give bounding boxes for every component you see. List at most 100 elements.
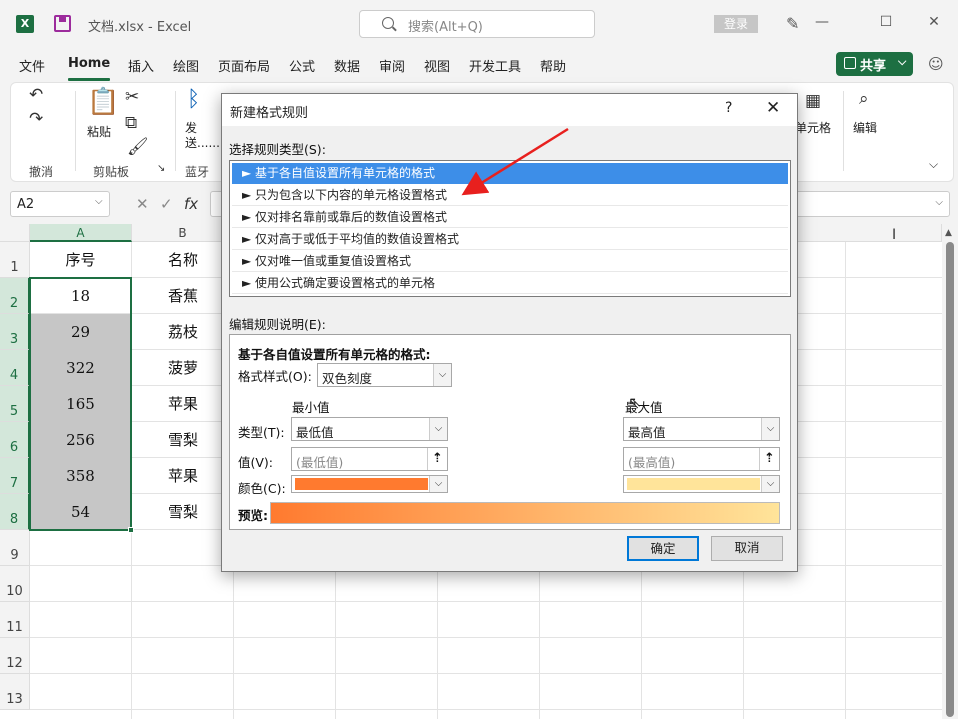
confirm-entry-icon[interactable]: ✓: [160, 195, 173, 213]
menu-page-layout[interactable]: 页面布局: [218, 56, 270, 75]
cut-icon[interactable]: ✂: [125, 87, 139, 107]
minimize-icon[interactable]: —: [812, 14, 832, 30]
row-header[interactable]: 13: [0, 674, 30, 710]
menu-insert[interactable]: 插入: [128, 56, 154, 75]
menu-data[interactable]: 数据: [334, 56, 360, 75]
menu-formulas[interactable]: 公式: [289, 56, 315, 75]
collapse-ribbon-icon[interactable]: ⌵: [929, 157, 938, 172]
rule-type-item[interactable]: ► 使用公式确定要设置格式的单元格: [232, 273, 788, 294]
menu-draw[interactable]: 绘图: [173, 56, 199, 75]
row-header[interactable]: 8: [0, 494, 30, 530]
redo-icon[interactable]: ↷: [29, 109, 43, 129]
rule-type-item[interactable]: ► 仅对唯一值或重复值设置格式: [232, 251, 788, 272]
vertical-scrollbar[interactable]: ▲: [942, 224, 958, 719]
row-header[interactable]: 6: [0, 422, 30, 458]
min-color-picker[interactable]: ⌵: [291, 475, 448, 493]
cell-b7[interactable]: 苹果: [132, 458, 233, 494]
close-window-icon[interactable]: ✕: [924, 14, 944, 30]
cell-b5[interactable]: 苹果: [132, 386, 233, 422]
row-header[interactable]: 11: [0, 602, 30, 638]
scroll-up-icon[interactable]: ▲: [945, 228, 952, 238]
paste-icon[interactable]: 📋: [87, 87, 119, 117]
row-header[interactable]: 4: [0, 350, 30, 386]
max-value-input[interactable]: (最高值) ⇡: [623, 447, 780, 471]
row-header[interactable]: 2: [0, 278, 30, 314]
rule-type-item[interactable]: ► 基于各自值设置所有单元格的格式: [232, 163, 788, 184]
cell-b1[interactable]: 名称: [132, 242, 233, 278]
paste-label[interactable]: 粘贴: [87, 123, 111, 140]
edit-label[interactable]: 编辑: [853, 119, 877, 136]
row-header[interactable]: 5: [0, 386, 30, 422]
cell-b2[interactable]: 香蕉: [132, 278, 233, 314]
find-icon[interactable]: ⌕: [859, 89, 869, 109]
cell-a1[interactable]: 序号: [30, 242, 131, 278]
row-header[interactable]: 10: [0, 566, 30, 602]
column-header-a[interactable]: A: [30, 224, 132, 242]
cells-icon[interactable]: ▦: [805, 91, 821, 111]
menu-review[interactable]: 审阅: [379, 56, 405, 75]
send-label[interactable]: 发送......: [185, 121, 220, 151]
menu-view[interactable]: 视图: [424, 56, 450, 75]
bluetooth-icon[interactable]: ᛒ: [187, 87, 200, 112]
row-header[interactable]: 7: [0, 458, 30, 494]
save-icon[interactable]: [54, 15, 71, 32]
menu-file[interactable]: 文件: [19, 56, 45, 75]
format-painter-icon[interactable]: 🖌: [127, 137, 149, 157]
cell-b6[interactable]: 雪梨: [132, 422, 233, 458]
cells-label[interactable]: 单元格: [795, 119, 831, 136]
row-header[interactable]: 9: [0, 530, 30, 566]
range-picker-icon[interactable]: ⇡: [759, 448, 779, 470]
rule-type-list[interactable]: ► 基于各自值设置所有单元格的格式 ► 只为包含以下内容的单元格设置格式 ► 仅…: [229, 160, 791, 297]
menu-developer[interactable]: 开发工具: [469, 56, 521, 75]
max-color-picker[interactable]: ⌵: [623, 475, 780, 493]
share-button[interactable]: 共享 ⌵: [836, 52, 913, 76]
rule-type-item[interactable]: ► 仅对高于或低于平均值的数值设置格式: [232, 229, 788, 250]
min-value-input[interactable]: (最低值) ⇡: [291, 447, 448, 471]
chevron-down-icon[interactable]: ⌵: [761, 418, 779, 440]
row-header[interactable]: 1: [0, 242, 30, 278]
cell-b3[interactable]: 荔枝: [132, 314, 233, 350]
cell-a3[interactable]: 29: [30, 314, 131, 350]
chevron-down-icon[interactable]: ⌵: [761, 476, 779, 492]
comment-icon[interactable]: ☺: [928, 55, 944, 73]
min-type-select[interactable]: 最低值 ⌵: [291, 417, 448, 441]
maximize-icon[interactable]: ☐: [876, 14, 896, 30]
cell-b8[interactable]: 雪梨: [132, 494, 233, 530]
rule-type-item[interactable]: ► 只为包含以下内容的单元格设置格式: [232, 185, 788, 206]
pen-icon[interactable]: ✎: [786, 14, 802, 34]
fill-handle[interactable]: [128, 527, 134, 533]
max-type-select[interactable]: 最高值 ⌵: [623, 417, 780, 441]
chevron-down-icon[interactable]: ⌵: [429, 418, 447, 440]
row-header[interactable]: 12: [0, 638, 30, 674]
name-box[interactable]: A2 ⌵: [10, 191, 110, 217]
rule-type-item[interactable]: ► 仅对排名靠前或靠后的数值设置格式: [232, 207, 788, 228]
close-icon[interactable]: ✕: [766, 98, 780, 118]
undo-icon[interactable]: ↶: [29, 85, 43, 105]
chevron-down-icon[interactable]: ⌵: [433, 364, 451, 386]
cell-a4[interactable]: 322: [30, 350, 131, 386]
help-button[interactable]: ?: [725, 100, 732, 116]
row-header[interactable]: 3: [0, 314, 30, 350]
login-button[interactable]: 登录: [714, 15, 758, 33]
menu-home[interactable]: Home: [68, 56, 111, 81]
cancel-button[interactable]: 取消: [711, 536, 783, 561]
chevron-down-icon[interactable]: ⌵: [95, 196, 103, 207]
cell-b4[interactable]: 菠萝: [132, 350, 233, 386]
search-input[interactable]: 搜索(Alt+Q): [359, 10, 595, 38]
dialog-launcher-icon[interactable]: ↘: [157, 163, 165, 174]
cancel-entry-icon[interactable]: ✕: [136, 195, 149, 213]
menu-help[interactable]: 帮助: [540, 56, 566, 75]
cell-a6[interactable]: 256: [30, 422, 131, 458]
cell-a5[interactable]: 165: [30, 386, 131, 422]
scrollbar-thumb[interactable]: [946, 242, 954, 717]
ok-button[interactable]: 确定: [627, 536, 699, 561]
column-header-b[interactable]: B: [132, 224, 234, 242]
chevron-down-icon[interactable]: ⌵: [429, 476, 447, 492]
cell-a7[interactable]: 358: [30, 458, 131, 494]
format-style-select[interactable]: 双色刻度 ⌵: [317, 363, 452, 387]
fx-icon[interactable]: fx: [184, 195, 198, 213]
chevron-down-icon[interactable]: ⌵: [935, 197, 943, 208]
range-picker-icon[interactable]: ⇡: [427, 448, 447, 470]
cell-a8[interactable]: 54: [30, 494, 131, 530]
select-all-corner[interactable]: [0, 224, 30, 242]
